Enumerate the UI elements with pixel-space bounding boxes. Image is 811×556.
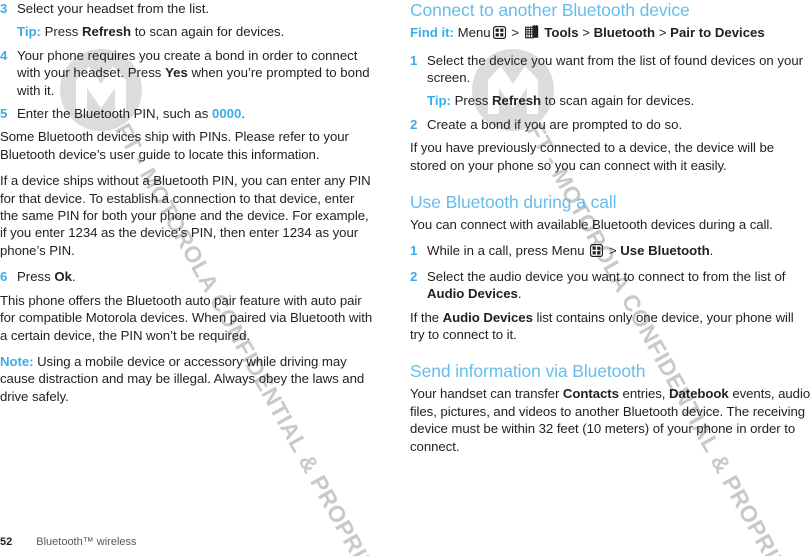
right-column: Connect to another Bluetooth device Find… xyxy=(410,0,811,464)
left-column: 3 Select your headset from the list. Tip… xyxy=(0,0,373,414)
tip-label: Tip: xyxy=(17,24,41,40)
page-footer: 52 Bluetooth™ wireless xyxy=(0,536,137,548)
path-separator: > xyxy=(582,25,590,40)
list-item: 1 While in a call, press Menu > Use Blue… xyxy=(410,242,811,261)
page-number: 52 xyxy=(0,536,13,548)
tools-label: Tools xyxy=(544,25,579,40)
tip-after: to scan again for devices. xyxy=(131,24,285,40)
step-number: 6 xyxy=(0,269,8,285)
step-text: Press Ok. xyxy=(17,268,373,285)
bluetooth-label: Bluetooth xyxy=(593,25,656,40)
paragraph: This phone offers the Bluetooth auto pai… xyxy=(0,292,373,343)
paragraph: Your handset can transfer Contacts entri… xyxy=(410,385,811,455)
tip-before: Press xyxy=(450,93,492,109)
list-item: 3 Select your headset from the list. Tip… xyxy=(0,0,373,41)
paragraph: Some Bluetooth devices ship with PINs. P… xyxy=(0,129,349,162)
path-separator: > xyxy=(658,25,667,40)
list-item: 4 Your phone requires you create a bond … xyxy=(0,47,373,99)
note-paragraph: Note: Using a mobile device or accessory… xyxy=(0,353,373,405)
step-bold: Use Bluetooth xyxy=(620,243,710,259)
step-number: 1 xyxy=(410,52,418,68)
tip-label: Tip: xyxy=(427,93,451,109)
manual-page: 3 Select your headset from the list. Tip… xyxy=(0,0,811,556)
step-text: Create a bond if you are prompted to do … xyxy=(427,116,683,132)
step-text-part2: . xyxy=(241,106,246,122)
step-text-part1: Select the audio device you want to conn… xyxy=(427,268,786,284)
contacts-label: Contacts xyxy=(562,386,619,402)
tip-bold: Refresh xyxy=(491,93,542,109)
find-it-label: Find it: xyxy=(410,25,454,40)
tip-text: Tip: Press Refresh to scan again for dev… xyxy=(427,92,811,109)
step-text: Select your headset from the list. xyxy=(17,1,210,16)
step-bold: Ok xyxy=(54,269,72,285)
path-separator: > xyxy=(605,243,621,259)
step-text: Enter the Bluetooth PIN, such as 0000. xyxy=(17,105,373,122)
step-text: Select the device you want from the list… xyxy=(427,52,804,85)
list-item: 2 Create a bond if you are prompted to d… xyxy=(410,116,811,133)
tip-after: to scan again for devices. xyxy=(541,93,695,109)
page-title: Connect to another Bluetooth device xyxy=(410,0,690,20)
pin-value: 0000 xyxy=(212,106,242,122)
menu-label: Menu xyxy=(457,25,491,40)
paragraph: If the Audio Devices list contains only … xyxy=(410,309,811,344)
section-heading-send-information: Send information via Bluetooth xyxy=(410,361,646,382)
note-label: Note: xyxy=(0,353,34,369)
step-text-part2: . xyxy=(709,243,714,259)
paragraph-part1: Your handset can transfer xyxy=(410,386,563,402)
paragraph: If a device ships without a Bluetooth PI… xyxy=(0,173,371,258)
step-text-part2: . xyxy=(71,269,76,285)
step-text-part2: . xyxy=(517,286,522,302)
step-bold: Audio Devices xyxy=(427,286,518,302)
note-text: Using a mobile device or accessory while… xyxy=(0,353,365,404)
menu-grid-icon xyxy=(590,244,604,261)
step-text: While in a call, press Menu > Use Blueto… xyxy=(427,242,811,261)
paragraph: You can connect with available Bluetooth… xyxy=(410,217,773,233)
tools-icon xyxy=(524,25,539,44)
list-item: 5 Enter the Bluetooth PIN, such as 0000. xyxy=(0,105,373,122)
step-number: 4 xyxy=(0,47,8,63)
paragraph: If you have previously connected to a de… xyxy=(410,140,775,173)
tip-before: Press xyxy=(40,24,82,40)
list-item: 2 Select the audio device you want to co… xyxy=(410,268,811,303)
step-text-part1: Enter the Bluetooth PIN, such as xyxy=(17,106,212,122)
step-number: 5 xyxy=(0,106,8,122)
audio-devices-label: Audio Devices xyxy=(442,309,533,325)
section-heading-use-bluetooth: Use Bluetooth during a call xyxy=(410,192,617,213)
step-number: 3 xyxy=(0,1,8,16)
find-it-path: Find it: Menu > Tools > Bluetooth > Pair… xyxy=(410,24,811,44)
step-text: Your phone requires you create a bond in… xyxy=(17,47,373,99)
paragraph-part1: If the xyxy=(410,309,443,325)
paragraph-part2: entries, xyxy=(618,386,670,402)
step-text: Select the audio device you want to conn… xyxy=(427,268,811,303)
datebook-label: Datebook xyxy=(669,386,729,402)
list-item: 1 Select the device you want from the li… xyxy=(410,52,811,110)
tip-bold: Refresh xyxy=(81,24,132,40)
step-bold: Yes xyxy=(165,65,188,81)
tip-text: Tip: Press Refresh to scan again for dev… xyxy=(17,23,373,40)
step-text-part1: While in a call, press Menu xyxy=(427,243,589,259)
path-separator: > xyxy=(511,25,519,40)
list-item: 6 Press Ok. xyxy=(0,268,373,285)
pair-to-devices-label: Pair to Devices xyxy=(670,25,765,40)
chapter-title: Bluetooth™ wireless xyxy=(36,536,137,548)
step-number: 2 xyxy=(410,116,418,132)
step-number: 2 xyxy=(410,268,418,284)
step-text-part1: Press xyxy=(17,269,55,285)
menu-grid-icon xyxy=(492,25,506,44)
step-number: 1 xyxy=(410,243,418,259)
